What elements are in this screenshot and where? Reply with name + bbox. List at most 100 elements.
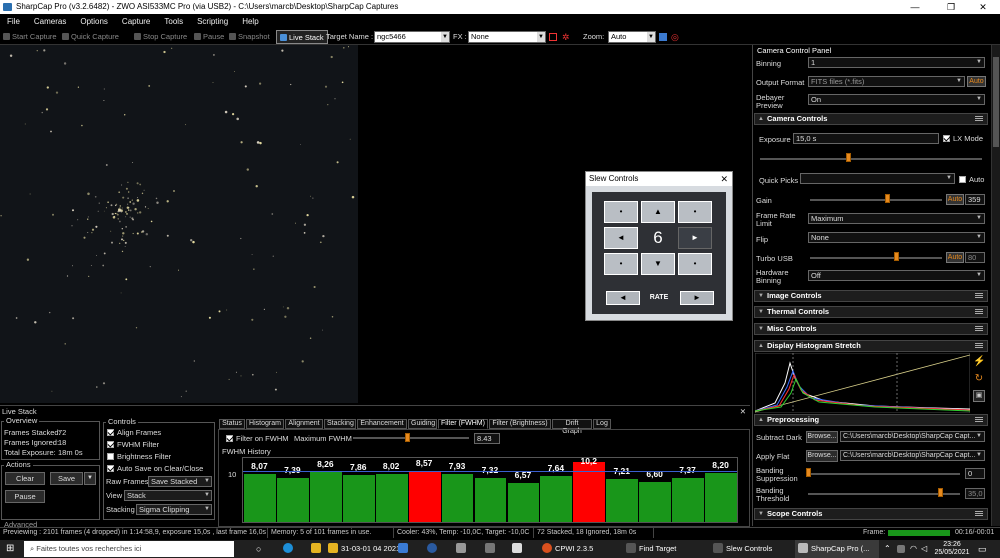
menu-cameras[interactable]: Cameras (27, 14, 73, 29)
menu-icon[interactable] (975, 345, 983, 346)
reset-icon[interactable]: ↻ (973, 373, 985, 385)
slew-south-button[interactable]: ▼ (641, 253, 675, 275)
fwhm-filter-checkbox[interactable]: FWHM Filter (107, 440, 159, 449)
tab-enhancement[interactable]: Enhancement (357, 419, 407, 429)
start-capture-button[interactable]: Start Capture (3, 29, 57, 45)
panel-scrollbar[interactable] (991, 45, 1000, 526)
zoom-fit-icon[interactable] (659, 33, 667, 41)
speaker-icon[interactable]: ◁ (921, 540, 927, 558)
tab-histogram[interactable]: Histogram (246, 419, 284, 429)
slew-north-button[interactable]: ▲ (641, 201, 675, 223)
save-icon[interactable]: ▣ (973, 390, 985, 402)
banding-threshold-slider-knob[interactable] (938, 488, 943, 497)
menu-icon[interactable] (975, 513, 983, 514)
taskbar-app-5-icon[interactable] (512, 540, 525, 558)
gain-slider[interactable] (810, 199, 942, 201)
maximize-button[interactable]: ❐ (934, 0, 968, 14)
zoom-select[interactable]: Auto ▼ (608, 31, 656, 43)
raw-frames-select[interactable]: Save Stacked ▼ (148, 476, 212, 487)
crosshair-icon[interactable]: ✲ (562, 29, 570, 45)
camera-controls-section[interactable]: ▲ Camera Controls (754, 113, 988, 125)
maximum-fwhm-slider[interactable] (353, 437, 469, 439)
turbo-usb-slider[interactable] (810, 257, 942, 259)
scope-controls-section[interactable]: ▼ Scope Controls (754, 508, 988, 520)
menu-help[interactable]: Help (235, 14, 265, 29)
taskbar-app-4-icon[interactable] (485, 540, 498, 558)
menu-icon[interactable] (975, 419, 983, 420)
lx-mode-checkbox[interactable]: LX Mode (943, 134, 983, 143)
banding-suppression-value[interactable]: 0 (965, 468, 985, 479)
debayer-preview-select[interactable]: On ▼ (808, 94, 985, 105)
menu-options[interactable]: Options (73, 14, 115, 29)
gain-auto-button[interactable]: Auto (946, 194, 964, 205)
save-dropdown-icon[interactable]: ▼ (84, 472, 96, 485)
hardware-binning-select[interactable]: Off ▼ (808, 270, 985, 281)
filter-on-fwhm-checkbox[interactable]: Filter on FWHM (226, 434, 289, 443)
close-button[interactable]: ✕ (966, 0, 1000, 14)
slew-east-button[interactable]: ► (678, 227, 712, 249)
slew-controls-titlebar[interactable]: Slew Controls ✕ (586, 172, 732, 186)
slew-northwest-button[interactable]: • (604, 201, 638, 223)
menu-capture[interactable]: Capture (115, 14, 157, 29)
maximum-fwhm-slider-knob[interactable] (405, 433, 410, 442)
stop-capture-button[interactable]: Stop Capture (134, 29, 187, 45)
quick-picks-select[interactable]: ▼ (800, 173, 955, 184)
tab-filter-fwhm[interactable]: Filter (FWHM) (438, 419, 488, 429)
frame-icon[interactable] (549, 33, 557, 41)
menu-tools[interactable]: Tools (157, 14, 190, 29)
frame-rate-limit-select[interactable]: Maximum ▼ (808, 213, 985, 224)
notification-icon[interactable]: ▭ (978, 540, 987, 558)
tab-filter-brightness[interactable]: Filter (Brightness) (489, 419, 551, 429)
taskbar-app-3-icon[interactable] (456, 540, 469, 558)
exposure-input[interactable]: 15,0 s (793, 133, 939, 144)
target-name-input[interactable]: ngc5466 ▼ (374, 31, 450, 43)
pause-button[interactable]: Pause (194, 29, 224, 45)
apply-flat-browse-button[interactable]: Browse... (806, 450, 838, 462)
fx-select[interactable]: None ▼ (468, 31, 546, 43)
windows-start-icon[interactable]: ⊞ (6, 540, 14, 558)
panel-scrollbar-thumb[interactable] (993, 57, 999, 147)
quick-capture-button[interactable]: Quick Capture (62, 29, 119, 45)
tray-icon-1[interactable] (897, 540, 908, 558)
edge-icon[interactable] (283, 540, 296, 558)
pause-stack-button[interactable]: Pause (5, 490, 45, 503)
turbo-usb-value[interactable]: 80 (965, 252, 985, 263)
tab-stacking[interactable]: Stacking (324, 419, 356, 429)
output-format-select[interactable]: FITS files (*.fits) ▼ (808, 76, 965, 87)
align-frames-checkbox[interactable]: Align Frames (107, 428, 161, 437)
taskbar-app-2-icon[interactable] (427, 540, 440, 558)
taskbar-app-1-icon[interactable] (398, 540, 411, 558)
tab-log[interactable]: Log (593, 419, 611, 429)
taskbar-search-box[interactable]: ⌕ Faites toutes vos recherches ici (24, 541, 234, 557)
display-histogram-stretch-section[interactable]: ▲ Display Histogram Stretch (754, 340, 988, 352)
binning-select[interactable]: 1 ▼ (808, 57, 985, 68)
taskbar-slew-controls[interactable]: Slew Controls (713, 540, 772, 558)
taskbar-item-date[interactable]: 31-03-01 04 2021 (328, 540, 400, 558)
brightness-filter-checkbox[interactable]: Brightness Filter (107, 452, 171, 461)
menu-icon[interactable] (975, 118, 983, 119)
rate-decrease-button[interactable]: ◄ (606, 291, 640, 305)
live-stack-button[interactable]: Live Stack (276, 30, 328, 44)
apply-flat-path-select[interactable]: C:\Users\marcb\Desktop\SharpCap Capt... ▼ (840, 450, 985, 461)
gain-value[interactable]: 359 (965, 194, 985, 205)
tab-drift-graph[interactable]: Drift Graph (552, 419, 592, 435)
wifi-icon[interactable]: ◠ (910, 540, 917, 558)
gain-slider-knob[interactable] (885, 194, 890, 203)
tray-chevron-up-icon[interactable]: ⌃ (884, 540, 891, 558)
file-explorer-icon[interactable] (311, 540, 324, 558)
thermal-controls-section[interactable]: ▼ Thermal Controls (754, 306, 988, 318)
slew-west-button[interactable]: ◄ (604, 227, 638, 249)
taskbar-sharpcap[interactable]: SharpCap Pro (... (795, 540, 879, 558)
task-view-icon[interactable]: ○ (256, 540, 261, 558)
flip-select[interactable]: None ▼ (808, 232, 985, 243)
image-controls-section[interactable]: ▼ Image Controls (754, 290, 988, 302)
rate-increase-button[interactable]: ► (680, 291, 714, 305)
tab-status[interactable]: Status (219, 419, 245, 429)
clear-button[interactable]: Clear (5, 472, 45, 485)
save-button[interactable]: Save (50, 472, 83, 485)
slew-northeast-button[interactable]: • (678, 201, 712, 223)
banding-suppression-slider-knob[interactable] (806, 468, 811, 477)
tab-guiding[interactable]: Guiding (408, 419, 437, 429)
menu-file[interactable]: File (0, 14, 27, 29)
menu-icon[interactable] (975, 295, 983, 296)
